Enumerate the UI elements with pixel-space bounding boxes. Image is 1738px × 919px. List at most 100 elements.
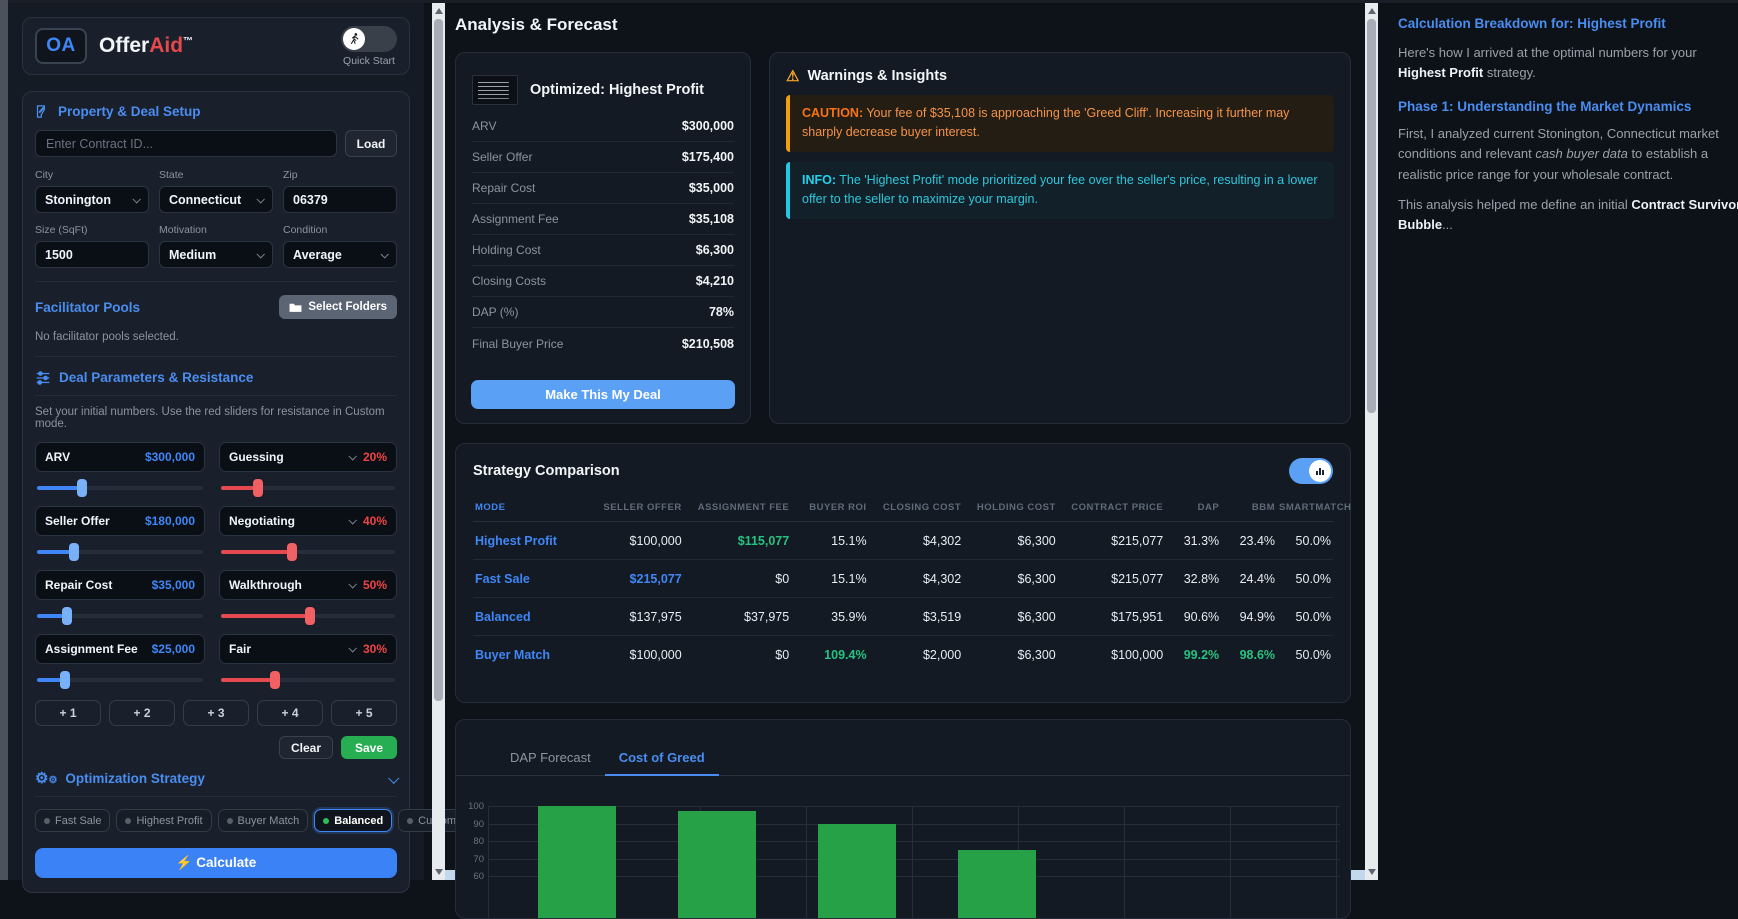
param-slider-seller-offer[interactable] <box>37 550 203 554</box>
value-cell: 50.0% <box>1277 560 1333 598</box>
optimized-row-final-buyer-price: Final Buyer Price$210,508 <box>472 328 734 359</box>
row-label: Seller Offer <box>472 150 532 164</box>
value-cell: 50.0% <box>1277 598 1333 636</box>
scrollbar-thumb[interactable] <box>1367 19 1376 413</box>
scroll-up-arrow[interactable] <box>1368 8 1376 14</box>
tab-dap-forecast[interactable]: DAP Forecast <box>496 744 605 775</box>
section-property-setup: Property & Deal Setup <box>35 104 397 119</box>
param-value-box[interactable]: Assignment Fee$25,000 <box>35 634 205 664</box>
mode-cell[interactable]: Buyer Match <box>473 636 585 674</box>
param-assignment-fee: Assignment Fee$25,000 <box>35 634 205 684</box>
param-repair-cost: Repair Cost$35,000 <box>35 570 205 620</box>
param-slider-assignment-fee[interactable] <box>37 678 203 682</box>
scrollbar-thumb[interactable] <box>434 19 443 701</box>
load-button[interactable]: Load <box>345 130 397 157</box>
increment-button-4[interactable]: + 4 <box>257 700 323 726</box>
select-folders-button[interactable]: Select Folders <box>279 295 397 319</box>
slider-thumb[interactable] <box>270 671 280 689</box>
chevron-down-icon <box>348 516 356 524</box>
folder-icon <box>289 302 302 313</box>
select-motivation[interactable]: Medium <box>159 241 273 268</box>
value-cell: 23.4% <box>1221 522 1277 560</box>
divider <box>35 281 397 282</box>
strategy-chip-fast-sale[interactable]: Fast Sale <box>35 809 110 832</box>
slider-thumb[interactable] <box>77 479 87 497</box>
optimized-row-holding-cost: Holding Cost$6,300 <box>472 235 734 266</box>
row-label: Repair Cost <box>472 181 535 195</box>
slider-thumb[interactable] <box>305 607 315 625</box>
scroll-up-arrow[interactable] <box>435 8 443 14</box>
setup-fields: CityStoningtonStateConnecticutZip06379Si… <box>35 169 397 268</box>
value-cell: $137,975 <box>585 598 684 636</box>
resistance-select[interactable]: Walkthrough50% <box>219 570 397 600</box>
field-value: Connecticut <box>169 193 241 207</box>
column-header-closing-cost: CLOSING COST <box>869 496 964 522</box>
resistance-slider-negotiating[interactable] <box>221 550 395 554</box>
select-city[interactable]: Stonington <box>35 186 149 213</box>
save-button[interactable]: Save <box>341 736 397 759</box>
param-value-box[interactable]: Seller Offer$180,000 <box>35 506 205 536</box>
chevron-down-icon[interactable] <box>388 772 399 783</box>
increment-button-3[interactable]: + 3 <box>183 700 249 726</box>
param-slider-repair-cost[interactable] <box>37 614 203 618</box>
sidebar-scrollbar[interactable] <box>432 3 445 880</box>
alert-label: INFO: <box>802 173 836 187</box>
make-this-my-deal-button[interactable]: Make This My Deal <box>471 380 735 409</box>
input-size-sqft[interactable]: 1500 <box>35 241 149 268</box>
section-optimization-strategy[interactable]: ⚙⚙ Optimization Strategy <box>35 771 397 786</box>
column-header-mode: MODE <box>473 496 585 522</box>
param-label: Assignment Fee <box>45 642 138 656</box>
param-slider-arv[interactable] <box>37 486 203 490</box>
resistance-select[interactable]: Guessing20% <box>219 442 397 472</box>
radio-dot-icon <box>227 818 233 824</box>
quick-start-toggle[interactable] <box>341 26 397 52</box>
field-zip: Zip 06379 <box>283 169 397 213</box>
field-label: Zip <box>283 169 397 181</box>
y-axis-tick-label: 60 <box>462 871 484 882</box>
chevron-down-icon <box>348 580 356 588</box>
scroll-down-arrow[interactable] <box>1368 869 1376 875</box>
strategy-chip-buyer-match[interactable]: Buyer Match <box>218 809 309 832</box>
slider-thumb[interactable] <box>69 543 79 561</box>
resistance-label: Guessing <box>229 450 284 464</box>
input-zip[interactable]: 06379 <box>283 186 397 213</box>
increment-button-5[interactable]: + 5 <box>331 700 397 726</box>
increment-button-2[interactable]: + 2 <box>109 700 175 726</box>
breakdown-title: Calculation Breakdown for: Highest Profi… <box>1398 16 1738 31</box>
increment-button-1[interactable]: + 1 <box>35 700 101 726</box>
breakdown-paragraph: First, I analyzed current Stonington, Co… <box>1398 124 1738 184</box>
resistance-slider-walkthrough[interactable] <box>221 614 395 618</box>
resistance-select[interactable]: Fair30% <box>219 634 397 664</box>
strategy-chip-balanced[interactable]: Balanced <box>314 809 392 832</box>
resistance-slider-fair[interactable] <box>221 678 395 682</box>
contract-id-input[interactable] <box>35 130 337 157</box>
mode-cell[interactable]: Highest Profit <box>473 522 585 560</box>
slider-thumb[interactable] <box>62 607 72 625</box>
alert-info: INFO: The 'Highest Profit' mode prioriti… <box>786 162 1334 219</box>
scroll-down-arrow[interactable] <box>435 869 443 875</box>
logo-badge: OA <box>35 28 87 64</box>
strategy-chip-highest-profit[interactable]: Highest Profit <box>116 809 211 832</box>
param-value-box[interactable]: ARV$300,000 <box>35 442 205 472</box>
section-title: Property & Deal Setup <box>58 104 201 119</box>
mode-cell[interactable]: Balanced <box>473 598 585 636</box>
main-scrollbar[interactable] <box>1365 3 1378 880</box>
y-axis-tick-label: 70 <box>462 854 484 865</box>
calculate-button[interactable]: ⚡ Calculate <box>35 848 397 878</box>
bar-2 <box>678 811 756 919</box>
resistance-slider-guessing[interactable] <box>221 486 395 490</box>
mode-cell[interactable]: Fast Sale <box>473 560 585 598</box>
clear-button[interactable]: Clear <box>279 736 333 759</box>
slider-thumb[interactable] <box>60 671 70 689</box>
breakdown-paragraph: This analysis helped me define an initia… <box>1398 195 1738 235</box>
comparison-view-toggle[interactable] <box>1289 458 1333 484</box>
slider-thumb[interactable] <box>253 479 263 497</box>
divider <box>35 356 397 357</box>
select-state[interactable]: Connecticut <box>159 186 273 213</box>
slider-thumb[interactable] <box>287 543 297 561</box>
param-value-box[interactable]: Repair Cost$35,000 <box>35 570 205 600</box>
select-condition[interactable]: Average <box>283 241 397 268</box>
tab-cost-of-greed[interactable]: Cost of Greed <box>605 744 719 776</box>
field-label: State <box>159 169 273 181</box>
resistance-select[interactable]: Negotiating40% <box>219 506 397 536</box>
